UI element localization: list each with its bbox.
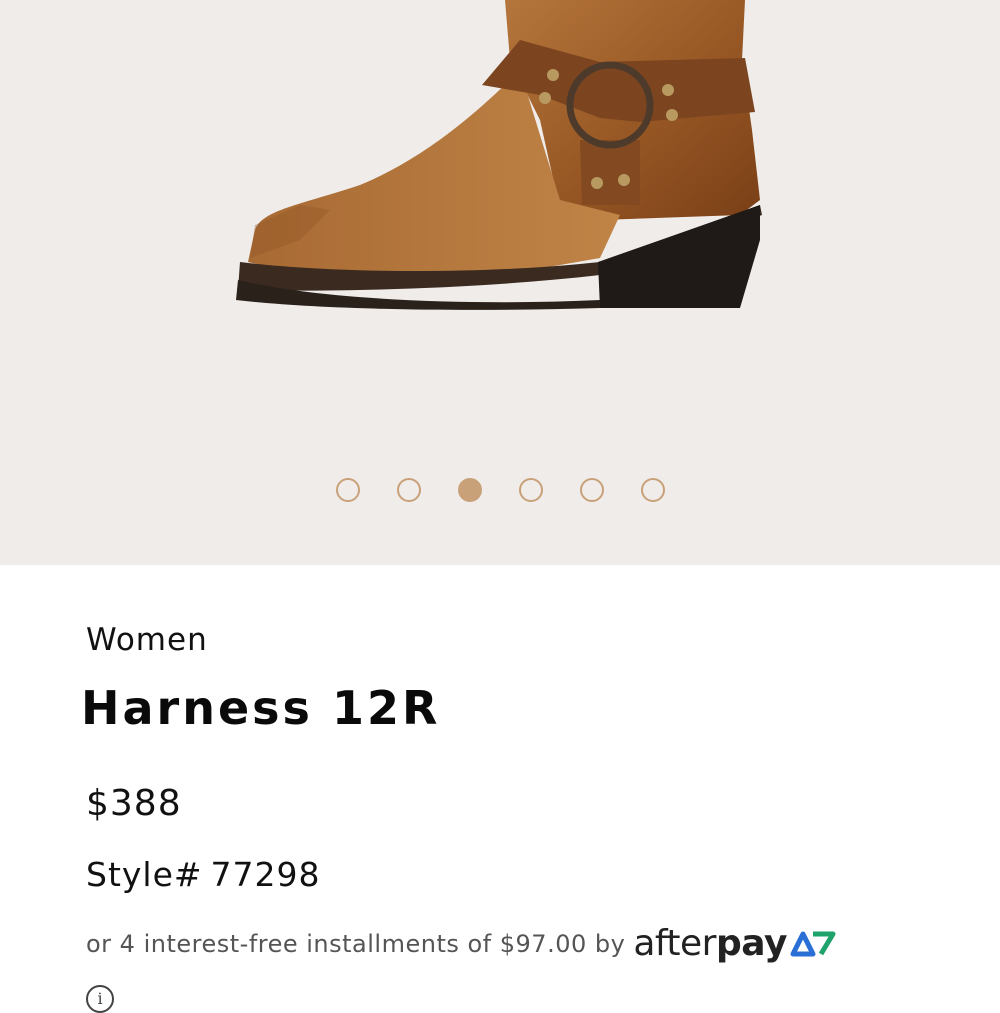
carousel-dot-3-active[interactable] xyxy=(457,478,482,502)
afterpay-logo: after pay xyxy=(633,923,837,964)
carousel-dot-2[interactable] xyxy=(396,478,421,502)
info-icon[interactable]: i xyxy=(86,985,114,1013)
style-label: Style# xyxy=(86,855,203,894)
style-number: 77298 xyxy=(210,855,321,894)
afterpay-arrows-icon xyxy=(790,931,836,956)
carousel-dot-1[interactable] xyxy=(335,478,360,502)
product-image-gallery[interactable] xyxy=(0,0,1000,565)
product-style: Style# 77298 xyxy=(86,855,321,894)
product-title: Harness 12R xyxy=(81,681,441,735)
carousel-dot-4[interactable] xyxy=(518,478,543,502)
carousel-dot-5[interactable] xyxy=(579,478,604,502)
afterpay-text: or 4 interest-free installments of $97.0… xyxy=(86,929,626,958)
product-category: Women xyxy=(86,622,208,658)
afterpay-installments[interactable]: or 4 interest-free installments of $97.0… xyxy=(86,923,837,964)
carousel-dot-6[interactable] xyxy=(640,478,665,502)
carousel-dots xyxy=(0,478,1000,508)
product-price: $388 xyxy=(86,783,182,824)
product-info: Women Harness 12R $388 Style# 77298 or 4 … xyxy=(0,565,1000,1013)
